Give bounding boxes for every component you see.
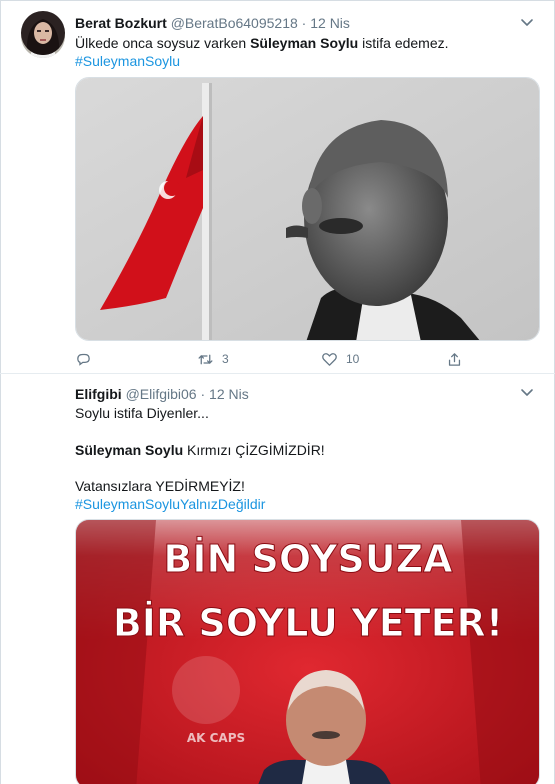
share-icon xyxy=(448,352,461,366)
tweet-actions: 3 10 xyxy=(75,349,475,369)
avatar[interactable] xyxy=(21,11,65,55)
tweet-text-line: Süleyman Soylu Kırmızı ÇİZGİMİZDİR! xyxy=(75,441,325,459)
tweet-text: Ülkede onca soysuz varken Süleyman Soylu… xyxy=(75,34,449,52)
retweet-count: 3 xyxy=(222,352,229,366)
tweet-berat-bozkurt[interactable]: Berat Bozkurt @BeratBo64095218 · 12 Nis … xyxy=(0,0,553,373)
like-count: 10 xyxy=(346,352,360,366)
retweet-icon xyxy=(198,354,213,364)
tweet-elifgibi[interactable]: Elifgibi @Elifgibi06 · 12 Nis Soylu isti… xyxy=(0,11,553,784)
retweet-button[interactable]: 3 xyxy=(197,349,229,369)
user-handle[interactable]: @Elifgibi06 xyxy=(126,386,197,402)
like-button[interactable]: 10 xyxy=(321,349,359,369)
tweet-text-line: Soylu istifa Diyenler... xyxy=(75,405,209,421)
separator-dot: · xyxy=(301,15,307,31)
heart-icon xyxy=(322,352,337,366)
tweet-header: Elifgibi @Elifgibi06 · 12 Nis xyxy=(75,385,249,403)
tweet-text-part: Kırmızı ÇİZGİMİZDİR! xyxy=(183,442,325,458)
chevron-down-icon[interactable] xyxy=(519,14,535,30)
tweet-date[interactable]: 12 Nis xyxy=(209,386,249,402)
tweet-text-bold: Süleyman Soylu xyxy=(250,35,359,51)
tweet-text-part: Ülkede onca soysuz varken xyxy=(75,35,251,51)
tweet-text-part: istifa edemez. xyxy=(358,35,449,51)
share-button[interactable] xyxy=(446,349,463,369)
hashtag-link[interactable]: #SuleymanSoyluYalnızDeğildir xyxy=(75,495,265,513)
display-name[interactable]: Elifgibi xyxy=(75,386,122,402)
tweet-text-bold: Süleyman Soylu xyxy=(75,442,184,458)
tweet-photo[interactable]: BİN SOYSUZA BİR SOYLU YETER! AK CAPS xyxy=(75,519,540,784)
hashtag-link[interactable]: #SuleymanSoylu xyxy=(75,52,180,70)
display-name[interactable]: Berat Bozkurt xyxy=(75,15,167,31)
reply-icon xyxy=(77,353,90,366)
tweet-photo[interactable] xyxy=(75,77,540,341)
tweet-header: Berat Bozkurt @BeratBo64095218 · 12 Nis xyxy=(75,14,350,32)
reply-button[interactable] xyxy=(75,349,92,369)
poster-line-2: BİR SOYLU YETER! xyxy=(113,601,503,645)
tweet-text-line: Vatansızlara YEDİRMEYİZ! xyxy=(75,478,245,494)
poster-line-1: BİN SOYSUZA xyxy=(163,537,453,581)
poster-watermark: AK CAPS xyxy=(187,731,245,745)
chevron-down-icon[interactable] xyxy=(519,384,535,400)
separator-dot: · xyxy=(200,386,206,402)
user-handle[interactable]: @BeratBo64095218 xyxy=(171,15,298,31)
tweet-date[interactable]: 12 Nis xyxy=(310,15,350,31)
